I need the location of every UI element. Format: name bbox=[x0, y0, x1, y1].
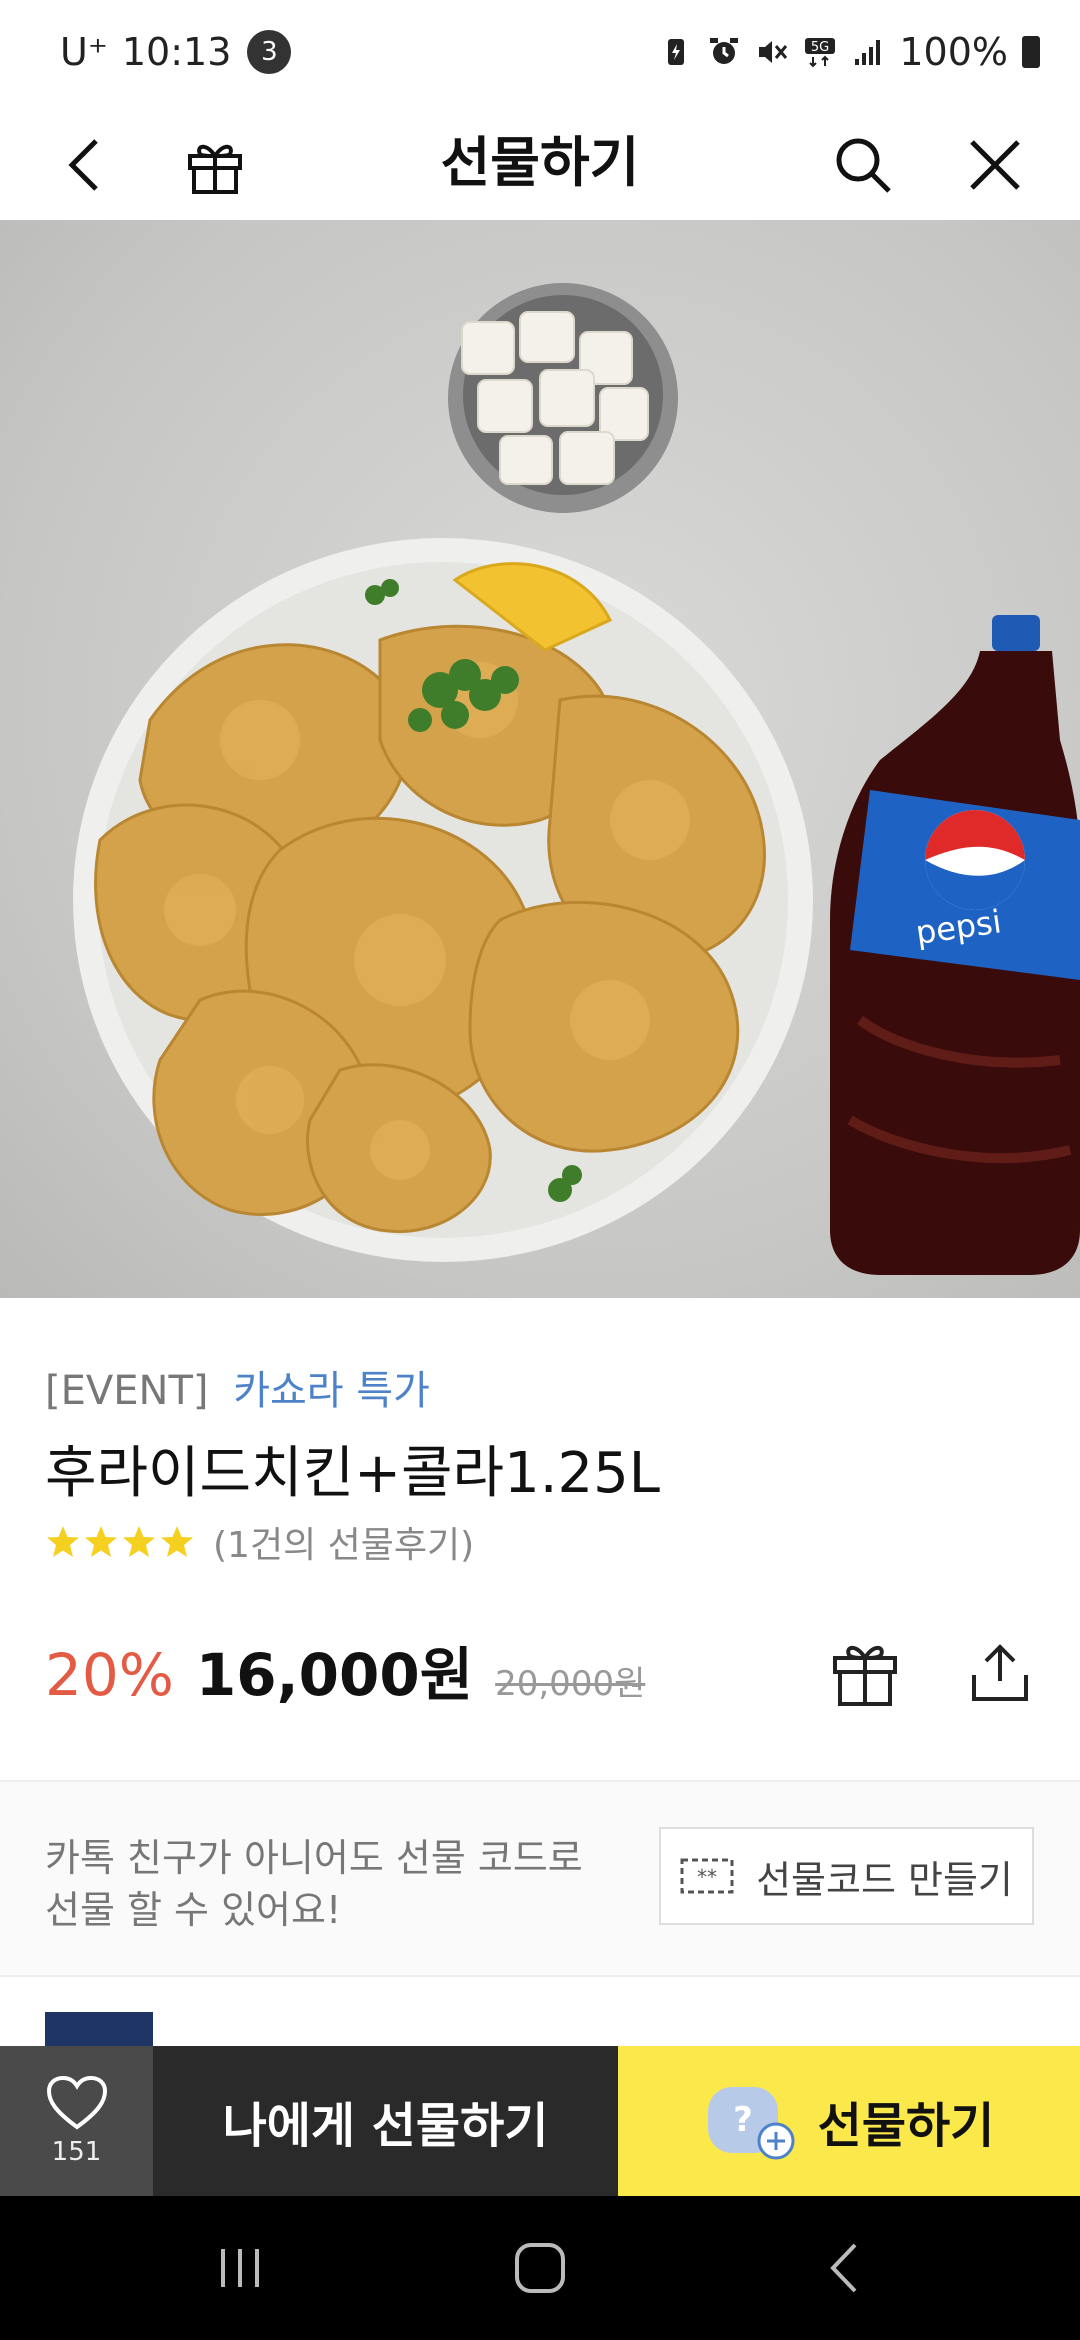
battery-saver-icon bbox=[668, 39, 685, 65]
heart-icon bbox=[46, 2075, 107, 2130]
close-icon bbox=[970, 140, 1020, 190]
sale-price: 16,000원 bbox=[195, 1641, 474, 1709]
carrier-label: U⁺ bbox=[60, 30, 108, 74]
discount-rate: 20% bbox=[45, 1641, 174, 1709]
price-row: 20% 16,000원 20,000원 bbox=[45, 1628, 645, 1712]
status-bar: U⁺ 10:13 3 5G 100% bbox=[0, 0, 1080, 110]
home-button[interactable] bbox=[500, 2238, 580, 2298]
gift-icon bbox=[833, 1645, 897, 1706]
back-icon bbox=[830, 2243, 857, 2293]
star-icon bbox=[85, 1526, 117, 1557]
system-nav-bar bbox=[0, 2196, 1080, 2340]
home-icon bbox=[515, 2243, 565, 2293]
gift-wrap-button[interactable] bbox=[820, 1628, 910, 1718]
close-button[interactable] bbox=[950, 120, 1040, 210]
clock: 10:13 bbox=[121, 30, 232, 74]
gift-friend-icon: ? bbox=[707, 2087, 795, 2160]
recent-apps-icon bbox=[221, 2249, 259, 2287]
event-tag: [EVENT] bbox=[45, 1368, 209, 1414]
product-name: 후라이드치킨+콜라1.25L bbox=[45, 1441, 660, 1506]
battery-icon bbox=[1022, 36, 1040, 68]
back-nav-button[interactable] bbox=[805, 2238, 885, 2298]
notification-badge: 3 bbox=[247, 30, 292, 74]
like-button[interactable]: 151 bbox=[0, 2046, 153, 2196]
svg-text:?: ? bbox=[733, 2100, 753, 2140]
5g-icon: 5G bbox=[805, 38, 836, 68]
share-icon bbox=[972, 1644, 1028, 1701]
section-divider bbox=[0, 1975, 1080, 1977]
app-bar: 선물하기 bbox=[0, 110, 1080, 220]
like-count: 151 bbox=[51, 2137, 102, 2167]
page-title: 선물하기 bbox=[440, 131, 640, 194]
svg-text:5G: 5G bbox=[811, 40, 829, 55]
create-gift-code-label: 선물코드 만들기 bbox=[756, 1857, 1013, 1902]
status-right: 5G 100% bbox=[659, 30, 1040, 74]
svg-text:**: ** bbox=[697, 1865, 717, 1889]
battery-percent: 100% bbox=[899, 30, 1008, 74]
rating[interactable]: (1건의 선물후기) bbox=[45, 1516, 474, 1568]
product-image[interactable]: pepsi bbox=[0, 220, 1080, 1298]
review-count: (1건의 선물후기) bbox=[213, 1525, 475, 1566]
star-icon bbox=[161, 1526, 193, 1557]
send-gift-label: 선물하기 bbox=[817, 2098, 995, 2154]
gift-to-self-button[interactable]: 나에게 선물하기 bbox=[153, 2046, 618, 2196]
star-icon bbox=[123, 1526, 155, 1557]
fried-chicken-illustration: pepsi bbox=[73, 283, 1080, 1275]
star-icon bbox=[47, 1526, 79, 1557]
create-gift-code-button[interactable]: ** 선물코드 만들기 bbox=[659, 1827, 1034, 1925]
gift-code-section: 카톡 친구가 아니어도 선물 코드로 선물 할 수 있어요! ** 선물코드 만… bbox=[0, 1782, 1080, 1977]
status-left: U⁺ 10:13 3 bbox=[60, 30, 292, 74]
recent-apps-button[interactable] bbox=[200, 2238, 280, 2298]
product-tagline: [EVENT] 카쇼라 특가 bbox=[45, 1358, 430, 1416]
star-rating bbox=[45, 1524, 197, 1560]
send-gift-button[interactable]: ? 선물하기 bbox=[618, 2046, 1080, 2196]
alarm-icon bbox=[710, 38, 739, 64]
mute-icon bbox=[759, 41, 788, 63]
code-card-icon: ** bbox=[680, 1858, 734, 1894]
signal-icon bbox=[855, 40, 881, 65]
bottom-action-bar: 151 나에게 선물하기 ? 선물하기 bbox=[0, 2046, 1080, 2196]
search-button[interactable] bbox=[818, 120, 908, 210]
original-price: 20,000원 bbox=[495, 1664, 646, 1704]
promo-label[interactable]: 카쇼라 특가 bbox=[233, 1368, 430, 1414]
search-icon bbox=[836, 138, 891, 193]
gift-code-description: 카톡 친구가 아니어도 선물 코드로 선물 할 수 있어요! bbox=[45, 1836, 583, 1932]
share-button[interactable] bbox=[955, 1628, 1045, 1718]
